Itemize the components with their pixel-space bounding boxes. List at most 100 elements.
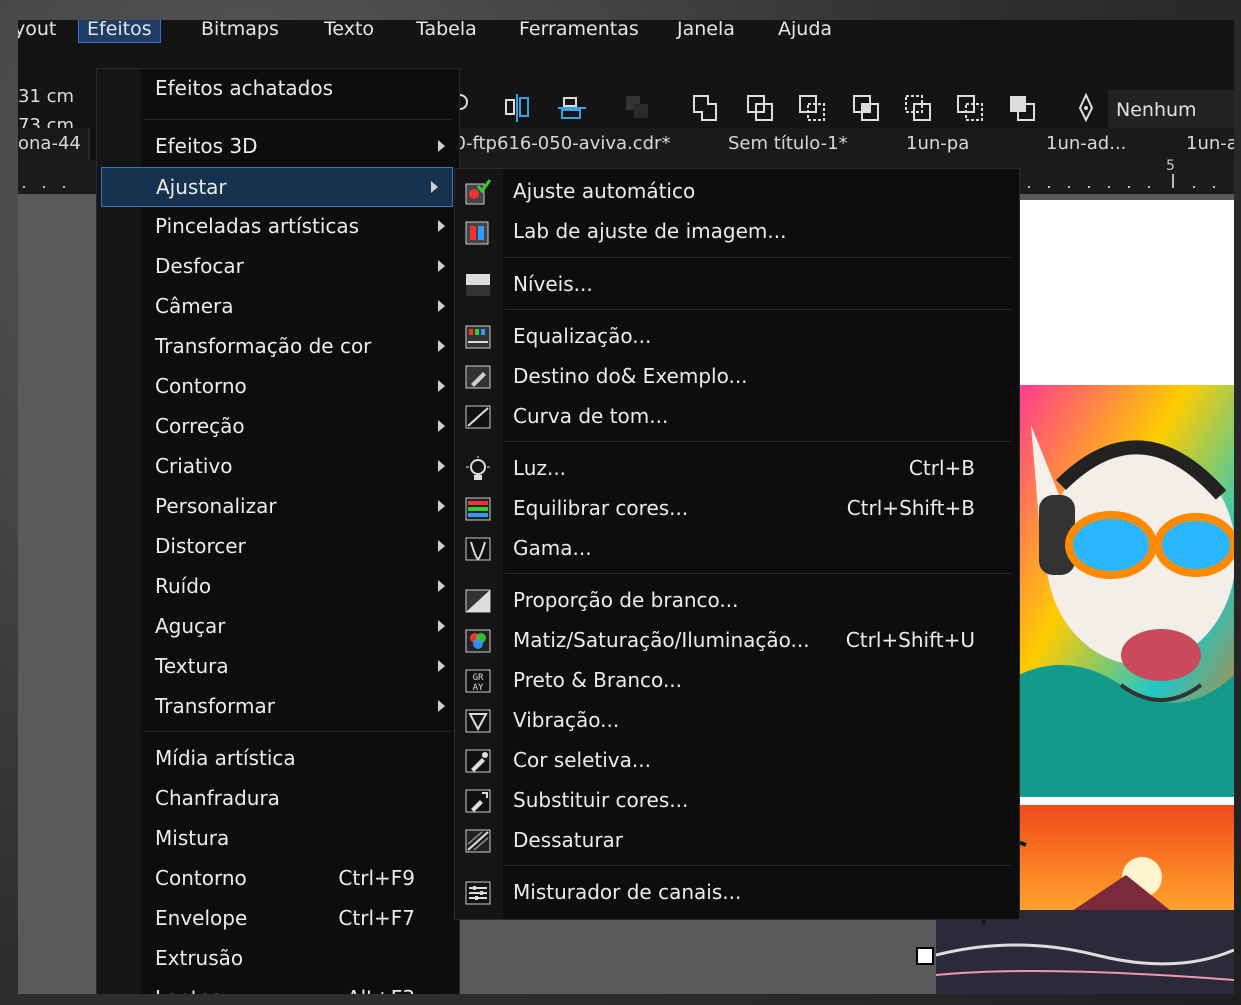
menu-item-criativo[interactable]: Criativo [97, 447, 459, 487]
align-icon[interactable] [502, 92, 534, 124]
menu-item-lentes[interactable]: Lentes Alt+F3 [97, 979, 459, 994]
menu-janela[interactable]: Janela [669, 20, 743, 42]
desaturate-icon [465, 829, 491, 853]
menu-item-transformacao-cor[interactable]: Transformação de cor [97, 327, 459, 367]
menu-item-preto-branco[interactable]: GR AY Preto & Branco... [455, 661, 1019, 701]
group-disabled-icon [626, 96, 648, 118]
ruler-label: 5 [1166, 158, 1175, 174]
menu-texto[interactable]: Texto [316, 20, 382, 42]
menu-item-mistura[interactable]: Mistura [97, 819, 459, 859]
doc-tab[interactable]: 1un-ad... [1036, 128, 1186, 160]
menu-item-gama[interactable]: Gama... [455, 529, 1019, 569]
menu-item-cor-seletiva[interactable]: Cor seletiva... [455, 741, 1019, 781]
menu-item-personalizar[interactable]: Personalizar [97, 487, 459, 527]
channel-mixer-icon [465, 881, 491, 905]
menu-item-extrusao[interactable]: Extrusão [97, 939, 459, 979]
menu-ajuda[interactable]: Ajuda [770, 20, 840, 42]
submenu-arrow-icon [438, 340, 445, 352]
menu-efeitos[interactable]: Efeitos [78, 20, 161, 43]
menu-item-midia-artistica[interactable]: Mídia artística [97, 739, 459, 779]
menu-item-textura[interactable]: Textura [97, 647, 459, 687]
menu-item-luz[interactable]: Luz... Ctrl+B [455, 449, 1019, 489]
outline-width-select[interactable]: Nenhum [1108, 90, 1234, 130]
menu-item-label: Lentes [155, 986, 221, 994]
menu-item-label: Câmera [155, 294, 234, 318]
menu-item-camera[interactable]: Câmera [97, 287, 459, 327]
menu-item-destino-exemplo[interactable]: Destino do& Exemplo... [455, 357, 1019, 397]
menu-item-label: Ruído [155, 574, 212, 598]
width-field[interactable]: 31 cm [18, 82, 74, 111]
menu-item-ajustar[interactable]: Ajustar [101, 167, 453, 207]
menu-bitmaps[interactable]: Bitmaps [193, 20, 287, 42]
menu-item-label: Contorno [155, 374, 247, 398]
submenu-arrow-icon [438, 260, 445, 272]
boundary-icon[interactable] [1006, 92, 1038, 124]
menu-item-label: Envelope [155, 906, 248, 930]
menu-item-proporcao-branco[interactable]: Proporção de branco... [455, 581, 1019, 621]
back-minus-front-icon[interactable] [954, 92, 986, 124]
doc-tab[interactable]: 1un-pa [896, 128, 1046, 160]
menu-item-contorno-sub[interactable]: Contorno [97, 367, 459, 407]
menu-item-vibracao[interactable]: Vibração... [455, 701, 1019, 741]
auto-adjust-icon [465, 179, 492, 205]
menu-item-lab-ajuste[interactable]: Lab de ajuste de imagem... [455, 212, 1019, 252]
menu-item-ajuste-automatico[interactable]: Ajuste automático [455, 172, 1019, 212]
doc-tab[interactable]: 1un-a [1176, 128, 1234, 160]
menu-item-agucar[interactable]: Aguçar [97, 607, 459, 647]
menu-item-label: Ajustar [156, 175, 227, 199]
menu-item-distorcer[interactable]: Distorcer [97, 527, 459, 567]
menu-item-label: Proporção de branco... [513, 588, 739, 612]
simplify-icon[interactable] [850, 92, 882, 124]
menu-ferramentas[interactable]: Ferramentas [511, 20, 647, 42]
menu-item-dessaturar[interactable]: Dessaturar [455, 821, 1019, 861]
menu-item-label: Vibração... [513, 708, 620, 732]
menu-item-chanfradura[interactable]: Chanfradura [97, 779, 459, 819]
menu-item-transformar[interactable]: Transformar [97, 687, 459, 727]
dog-artwork-image[interactable] [1001, 385, 1234, 797]
menu-item-label: Chanfradura [155, 786, 280, 810]
menu-shortcut: Ctrl+Shift+B [846, 496, 975, 520]
submenu-arrow-icon [431, 181, 438, 193]
menu-item-equalizacao[interactable]: Equalização... [455, 317, 1019, 357]
menu-item-efeitos-achatados[interactable]: Efeitos achatados [97, 69, 459, 109]
menu-item-label: Gama... [513, 536, 592, 560]
front-minus-back-icon[interactable] [902, 92, 934, 124]
menu-item-ruido[interactable]: Ruído [97, 567, 459, 607]
menu-item-equilibrar-cores[interactable]: Equilibrar cores... Ctrl+Shift+B [455, 489, 1019, 529]
menu-shortcut: Alt+F3 [347, 986, 415, 994]
selection-handle[interactable] [916, 947, 934, 965]
weld-icon[interactable] [690, 92, 722, 124]
menu-separator [505, 441, 1011, 442]
menu-layout[interactable]: yout [18, 20, 64, 42]
submenu-arrow-icon [438, 700, 445, 712]
menu-separator [143, 119, 451, 120]
menu-item-substituir-cores[interactable]: Substituir cores... [455, 781, 1019, 821]
color-balance-icon [465, 497, 491, 521]
menu-item-matiz-saturacao[interactable]: Matiz/Saturação/Iluminação... Ctrl+Shift… [455, 621, 1019, 661]
menu-item-label: Luz... [513, 456, 567, 480]
doc-tab[interactable]: ona-44 [18, 128, 90, 160]
gamma-icon [465, 537, 491, 561]
menu-item-efeitos-3d[interactable]: Efeitos 3D [97, 127, 459, 167]
menu-item-correcao[interactable]: Correção [97, 407, 459, 447]
menu-item-pinceladas[interactable]: Pinceladas artísticas [97, 207, 459, 247]
doc-tab[interactable]: Sem título-1* [718, 128, 906, 160]
trim-icon[interactable] [744, 92, 776, 124]
pen-nib-icon[interactable] [1070, 92, 1102, 124]
menu-item-envelope[interactable]: Envelope Ctrl+F7 [97, 899, 459, 939]
doc-tab[interactable]: -0-ftp616-050-aviva.cdr* [438, 128, 728, 160]
menu-item-label: Equalização... [513, 324, 652, 348]
menu-item-curva-tom[interactable]: Curva de tom... [455, 397, 1019, 437]
menu-item-label: Criativo [155, 454, 233, 478]
menu-item-label: Mídia artística [155, 746, 296, 770]
menu-item-contorno[interactable]: Contorno Ctrl+F9 [97, 859, 459, 899]
menu-tabela[interactable]: Tabela [408, 20, 485, 42]
intersect-icon[interactable] [796, 92, 828, 124]
distribute-icon[interactable] [556, 92, 588, 124]
menu-item-desfocar[interactable]: Desfocar [97, 247, 459, 287]
menu-item-label: Misturador de canais... [513, 880, 742, 904]
menu-item-misturador-canais[interactable]: Misturador de canais... [455, 873, 1019, 913]
menu-item-label: Preto & Branco... [513, 668, 683, 692]
menu-item-label: Ajuste automático [513, 179, 696, 203]
menu-item-niveis[interactable]: Níveis... [455, 265, 1019, 305]
